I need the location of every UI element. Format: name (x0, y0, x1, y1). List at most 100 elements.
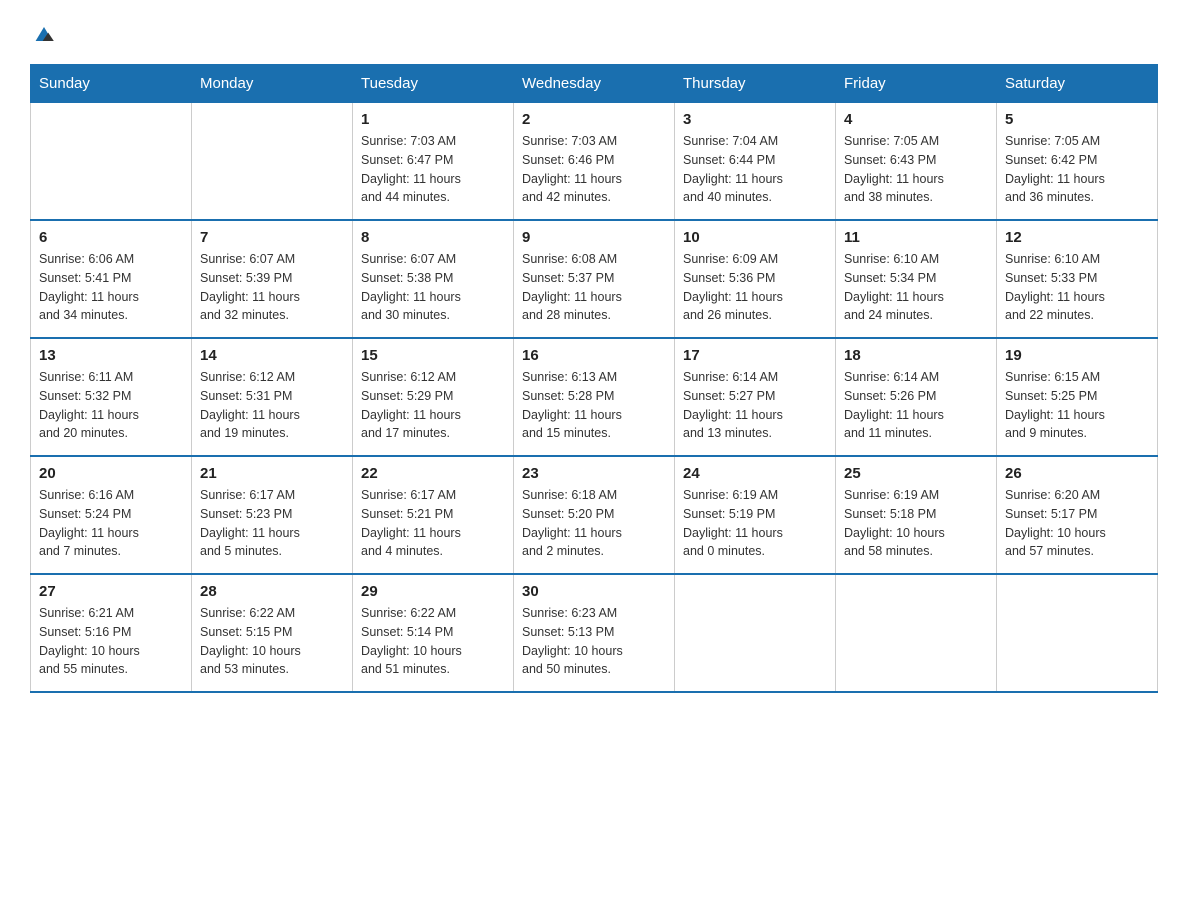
day-number: 16 (522, 347, 666, 364)
day-info: Sunrise: 6:07 AM Sunset: 5:38 PM Dayligh… (361, 250, 505, 325)
weekday-header-monday: Monday (192, 65, 353, 103)
day-info: Sunrise: 6:22 AM Sunset: 5:14 PM Dayligh… (361, 604, 505, 679)
calendar-cell (675, 574, 836, 692)
calendar-cell: 12 Sunrise: 6:10 AM Sunset: 5:33 PM Dayli… (997, 220, 1158, 338)
day-info: Sunrise: 7:03 AM Sunset: 6:47 PM Dayligh… (361, 132, 505, 207)
calendar-cell: 13 Sunrise: 6:11 AM Sunset: 5:32 PM Dayli… (31, 338, 192, 456)
weekday-header-sunday: Sunday (31, 65, 192, 103)
day-number: 19 (1005, 347, 1149, 364)
day-number: 4 (844, 111, 988, 128)
day-number: 2 (522, 111, 666, 128)
day-number: 11 (844, 229, 988, 246)
day-number: 3 (683, 111, 827, 128)
day-info: Sunrise: 7:04 AM Sunset: 6:44 PM Dayligh… (683, 132, 827, 207)
day-info: Sunrise: 6:14 AM Sunset: 5:26 PM Dayligh… (844, 368, 988, 443)
calendar-cell: 24 Sunrise: 6:19 AM Sunset: 5:19 PM Dayli… (675, 456, 836, 574)
day-number: 21 (200, 465, 344, 482)
weekday-header-saturday: Saturday (997, 65, 1158, 103)
calendar-cell: 1 Sunrise: 7:03 AM Sunset: 6:47 PM Daylig… (353, 103, 514, 221)
calendar-week-row: 1 Sunrise: 7:03 AM Sunset: 6:47 PM Daylig… (31, 103, 1158, 221)
day-number: 28 (200, 583, 344, 600)
day-info: Sunrise: 6:15 AM Sunset: 5:25 PM Dayligh… (1005, 368, 1149, 443)
calendar-cell (192, 103, 353, 221)
day-number: 24 (683, 465, 827, 482)
day-number: 1 (361, 111, 505, 128)
day-number: 20 (39, 465, 183, 482)
day-info: Sunrise: 6:06 AM Sunset: 5:41 PM Dayligh… (39, 250, 183, 325)
day-info: Sunrise: 6:14 AM Sunset: 5:27 PM Dayligh… (683, 368, 827, 443)
day-info: Sunrise: 6:17 AM Sunset: 5:23 PM Dayligh… (200, 486, 344, 561)
weekday-header-wednesday: Wednesday (514, 65, 675, 103)
weekday-header-friday: Friday (836, 65, 997, 103)
day-number: 6 (39, 229, 183, 246)
day-info: Sunrise: 7:05 AM Sunset: 6:43 PM Dayligh… (844, 132, 988, 207)
calendar-cell: 15Sunrise: 6:12 AM Sunset: 5:29 PM Dayli… (353, 338, 514, 456)
day-info: Sunrise: 6:21 AM Sunset: 5:16 PM Dayligh… (39, 604, 183, 679)
day-info: Sunrise: 6:20 AM Sunset: 5:17 PM Dayligh… (1005, 486, 1149, 561)
calendar-cell: 6 Sunrise: 6:06 AM Sunset: 5:41 PM Daylig… (31, 220, 192, 338)
day-number: 8 (361, 229, 505, 246)
day-number: 15 (361, 347, 505, 364)
calendar-week-row: 13 Sunrise: 6:11 AM Sunset: 5:32 PM Dayli… (31, 338, 1158, 456)
calendar-cell: 21 Sunrise: 6:17 AM Sunset: 5:23 PM Dayli… (192, 456, 353, 574)
calendar-cell: 4 Sunrise: 7:05 AM Sunset: 6:43 PM Daylig… (836, 103, 997, 221)
day-number: 14 (200, 347, 344, 364)
calendar-cell: 28Sunrise: 6:22 AM Sunset: 5:15 PM Dayli… (192, 574, 353, 692)
day-info: Sunrise: 6:23 AM Sunset: 5:13 PM Dayligh… (522, 604, 666, 679)
day-number: 7 (200, 229, 344, 246)
day-number: 30 (522, 583, 666, 600)
weekday-header-thursday: Thursday (675, 65, 836, 103)
day-number: 25 (844, 465, 988, 482)
calendar-cell: 27 Sunrise: 6:21 AM Sunset: 5:16 PM Dayli… (31, 574, 192, 692)
calendar-week-row: 6 Sunrise: 6:06 AM Sunset: 5:41 PM Daylig… (31, 220, 1158, 338)
calendar-cell: 20Sunrise: 6:16 AM Sunset: 5:24 PM Dayli… (31, 456, 192, 574)
calendar-cell: 7 Sunrise: 6:07 AM Sunset: 5:39 PM Daylig… (192, 220, 353, 338)
calendar-cell: 11 Sunrise: 6:10 AM Sunset: 5:34 PM Dayli… (836, 220, 997, 338)
weekday-header-tuesday: Tuesday (353, 65, 514, 103)
calendar-cell (31, 103, 192, 221)
calendar-cell: 30 Sunrise: 6:23 AM Sunset: 5:13 PM Dayli… (514, 574, 675, 692)
day-number: 5 (1005, 111, 1149, 128)
calendar-cell: 2 Sunrise: 7:03 AM Sunset: 6:46 PM Daylig… (514, 103, 675, 221)
day-info: Sunrise: 6:09 AM Sunset: 5:36 PM Dayligh… (683, 250, 827, 325)
day-number: 9 (522, 229, 666, 246)
calendar-cell: 3 Sunrise: 7:04 AM Sunset: 6:44 PM Daylig… (675, 103, 836, 221)
day-info: Sunrise: 7:05 AM Sunset: 6:42 PM Dayligh… (1005, 132, 1149, 207)
page-header (30, 20, 1158, 48)
logo-icon (30, 20, 58, 48)
calendar-cell: 22 Sunrise: 6:17 AM Sunset: 5:21 PM Dayli… (353, 456, 514, 574)
day-info: Sunrise: 6:10 AM Sunset: 5:33 PM Dayligh… (1005, 250, 1149, 325)
day-info: Sunrise: 6:17 AM Sunset: 5:21 PM Dayligh… (361, 486, 505, 561)
calendar-cell (997, 574, 1158, 692)
calendar-cell: 8 Sunrise: 6:07 AM Sunset: 5:38 PM Daylig… (353, 220, 514, 338)
day-info: Sunrise: 6:19 AM Sunset: 5:18 PM Dayligh… (844, 486, 988, 561)
day-info: Sunrise: 6:07 AM Sunset: 5:39 PM Dayligh… (200, 250, 344, 325)
calendar-week-row: 20Sunrise: 6:16 AM Sunset: 5:24 PM Dayli… (31, 456, 1158, 574)
day-info: Sunrise: 6:13 AM Sunset: 5:28 PM Dayligh… (522, 368, 666, 443)
calendar-cell: 29Sunrise: 6:22 AM Sunset: 5:14 PM Dayli… (353, 574, 514, 692)
calendar-cell: 17 Sunrise: 6:14 AM Sunset: 5:27 PM Dayli… (675, 338, 836, 456)
day-number: 13 (39, 347, 183, 364)
day-number: 17 (683, 347, 827, 364)
calendar-cell: 19 Sunrise: 6:15 AM Sunset: 5:25 PM Dayli… (997, 338, 1158, 456)
day-info: Sunrise: 6:10 AM Sunset: 5:34 PM Dayligh… (844, 250, 988, 325)
calendar-cell: 23 Sunrise: 6:18 AM Sunset: 5:20 PM Dayli… (514, 456, 675, 574)
day-number: 26 (1005, 465, 1149, 482)
day-info: Sunrise: 6:12 AM Sunset: 5:31 PM Dayligh… (200, 368, 344, 443)
calendar-table: SundayMondayTuesdayWednesdayThursdayFrid… (30, 64, 1158, 693)
calendar-header-row: SundayMondayTuesdayWednesdayThursdayFrid… (31, 65, 1158, 103)
day-number: 18 (844, 347, 988, 364)
day-info: Sunrise: 6:19 AM Sunset: 5:19 PM Dayligh… (683, 486, 827, 561)
day-info: Sunrise: 6:18 AM Sunset: 5:20 PM Dayligh… (522, 486, 666, 561)
calendar-cell: 14 Sunrise: 6:12 AM Sunset: 5:31 PM Dayli… (192, 338, 353, 456)
day-number: 10 (683, 229, 827, 246)
day-number: 12 (1005, 229, 1149, 246)
calendar-cell: 25 Sunrise: 6:19 AM Sunset: 5:18 PM Dayli… (836, 456, 997, 574)
calendar-cell (836, 574, 997, 692)
day-number: 22 (361, 465, 505, 482)
day-number: 27 (39, 583, 183, 600)
calendar-cell: 16 Sunrise: 6:13 AM Sunset: 5:28 PM Dayli… (514, 338, 675, 456)
day-number: 23 (522, 465, 666, 482)
day-info: Sunrise: 6:11 AM Sunset: 5:32 PM Dayligh… (39, 368, 183, 443)
day-info: Sunrise: 7:03 AM Sunset: 6:46 PM Dayligh… (522, 132, 666, 207)
